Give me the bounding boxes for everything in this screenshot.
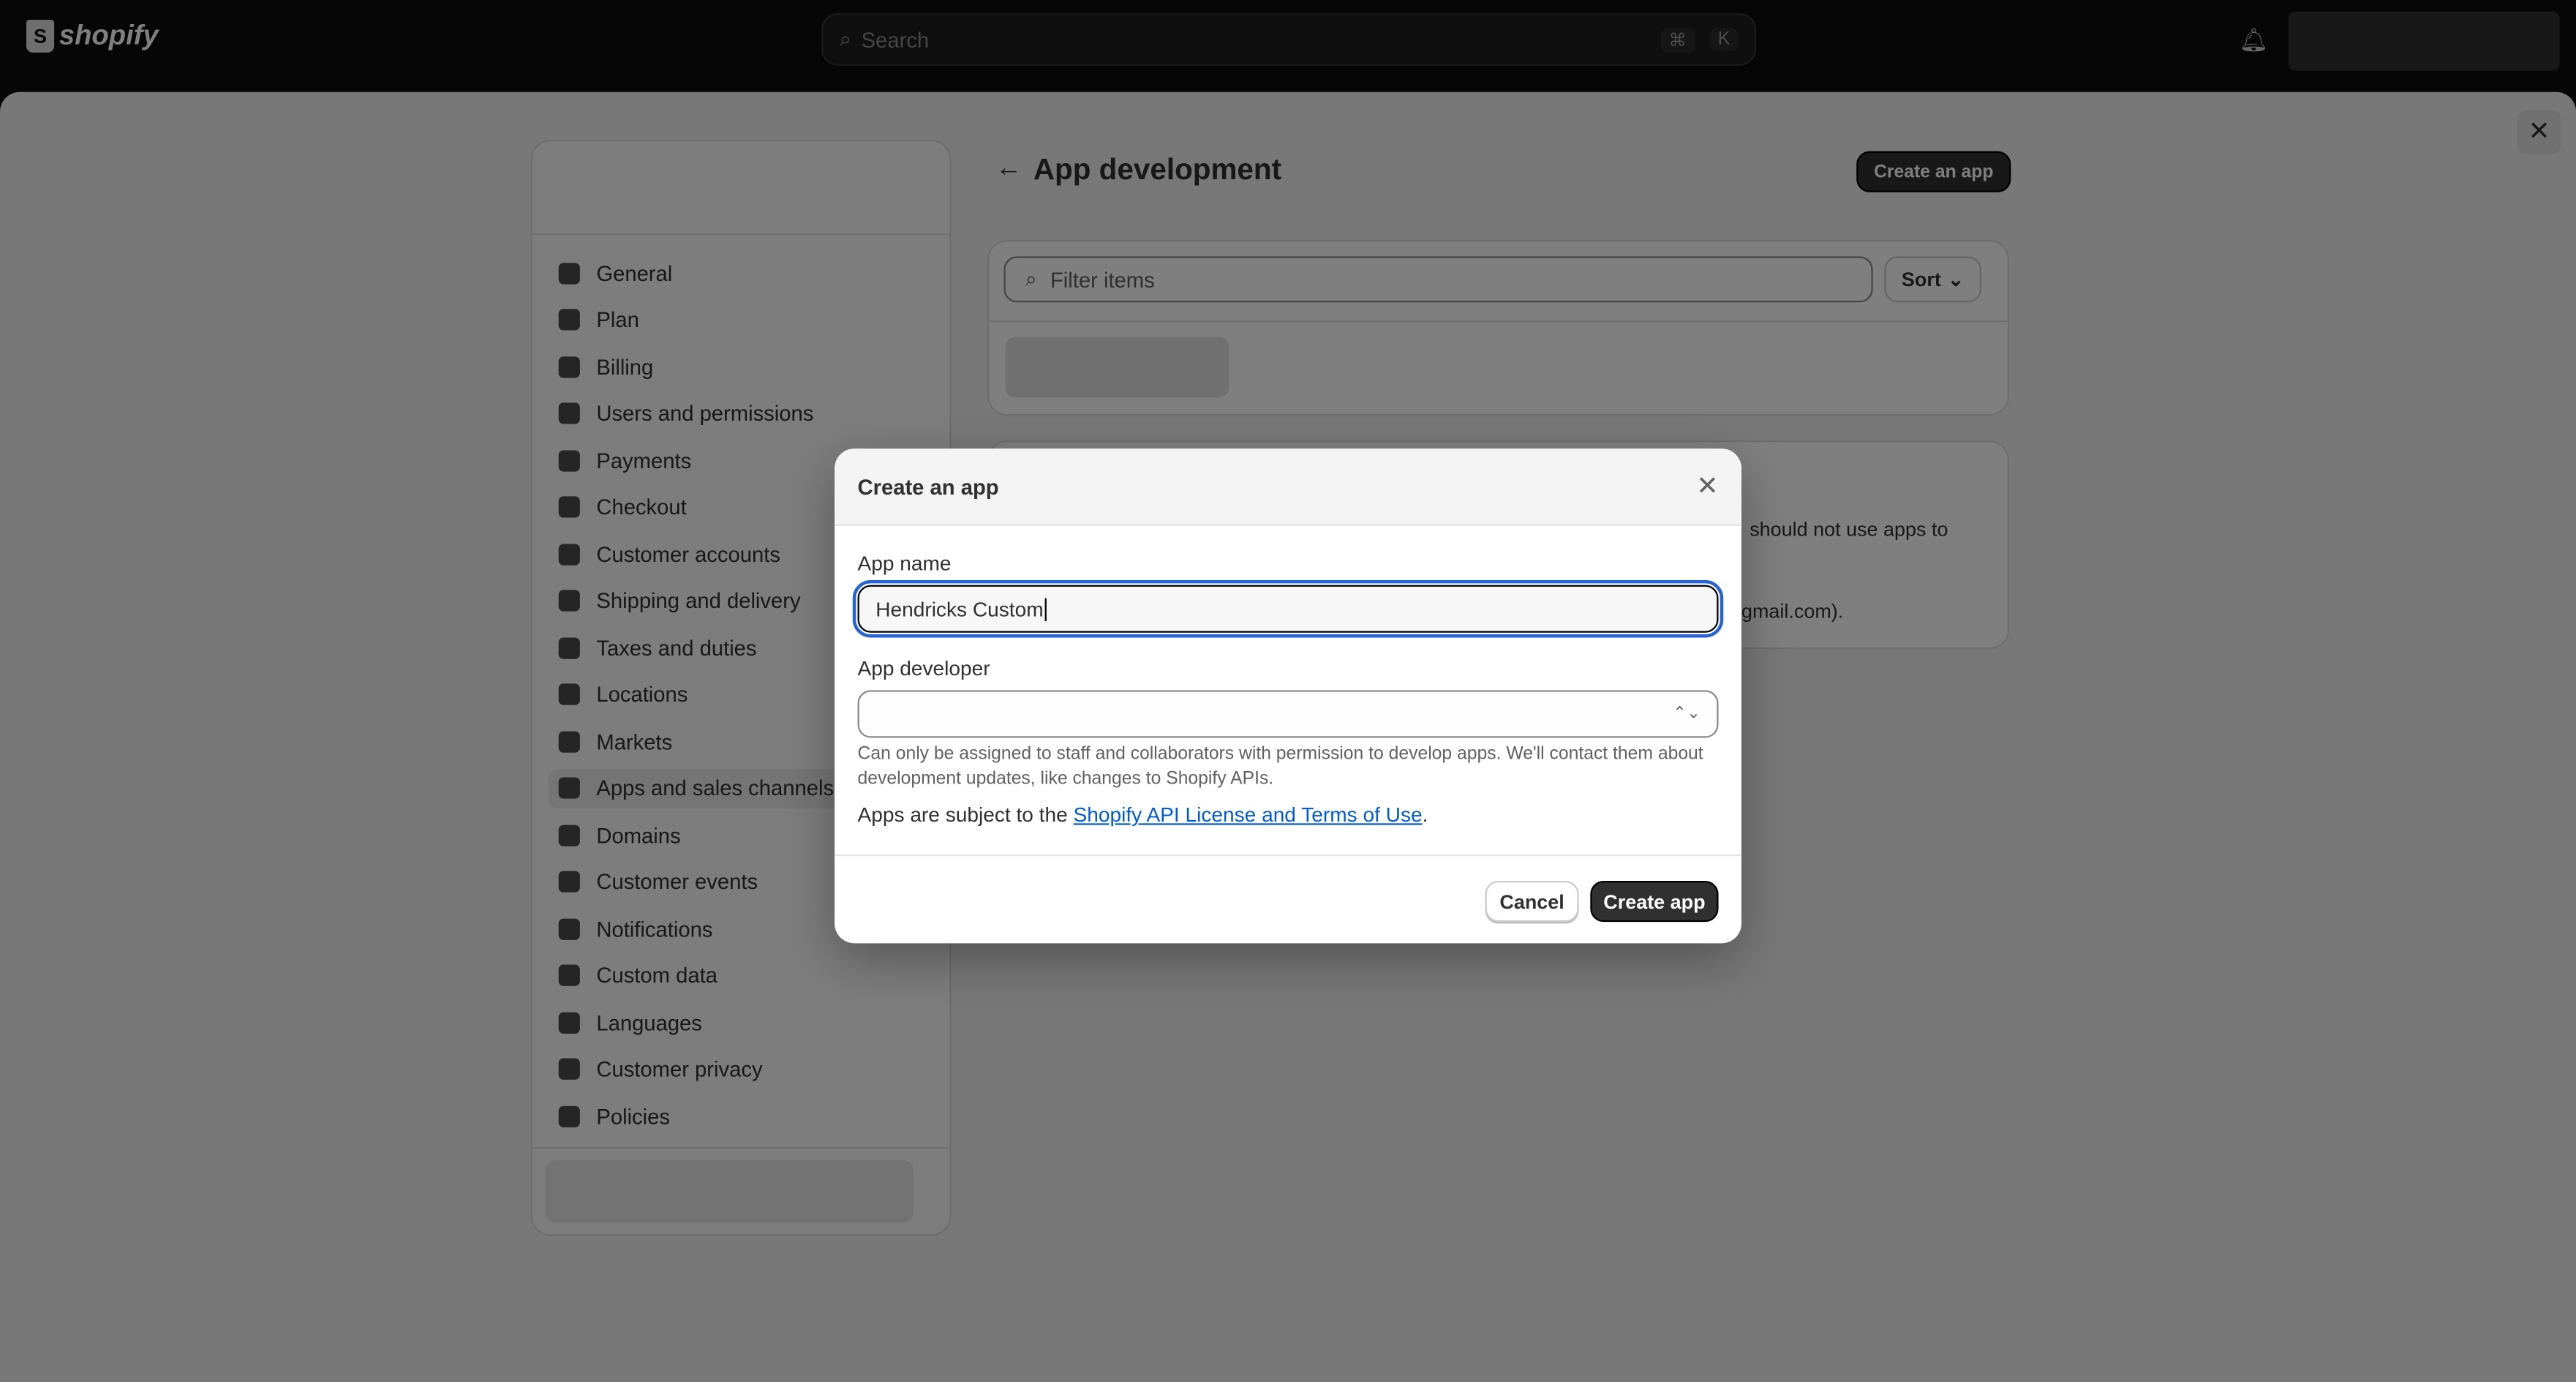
terms-text: Apps are subject to the Shopify API Lice… <box>857 803 1428 827</box>
terms-link[interactable]: Shopify API License and Terms of Use <box>1074 803 1423 826</box>
help-text: Can only be assigned to staff and collab… <box>857 744 1703 789</box>
app-developer-select[interactable]: ⌃⌄ <box>857 690 1719 738</box>
close-icon[interactable]: ✕ <box>1696 470 1718 503</box>
modal-title: Create an app <box>857 474 999 499</box>
divider <box>835 855 1741 857</box>
app-name-label: App name <box>857 552 952 576</box>
select-chevron-icon: ⌃⌄ <box>1673 705 1701 724</box>
cancel-button[interactable]: Cancel <box>1485 880 1579 923</box>
app-name-input[interactable]: Hendricks Custom <box>852 579 1724 638</box>
create-app-modal: Create an app ✕ App name Hendricks Custom… <box>835 448 1741 944</box>
text-cursor <box>1044 597 1047 620</box>
create-app-button[interactable]: Create app <box>1590 880 1719 923</box>
app-developer-label: App developer <box>857 657 990 680</box>
